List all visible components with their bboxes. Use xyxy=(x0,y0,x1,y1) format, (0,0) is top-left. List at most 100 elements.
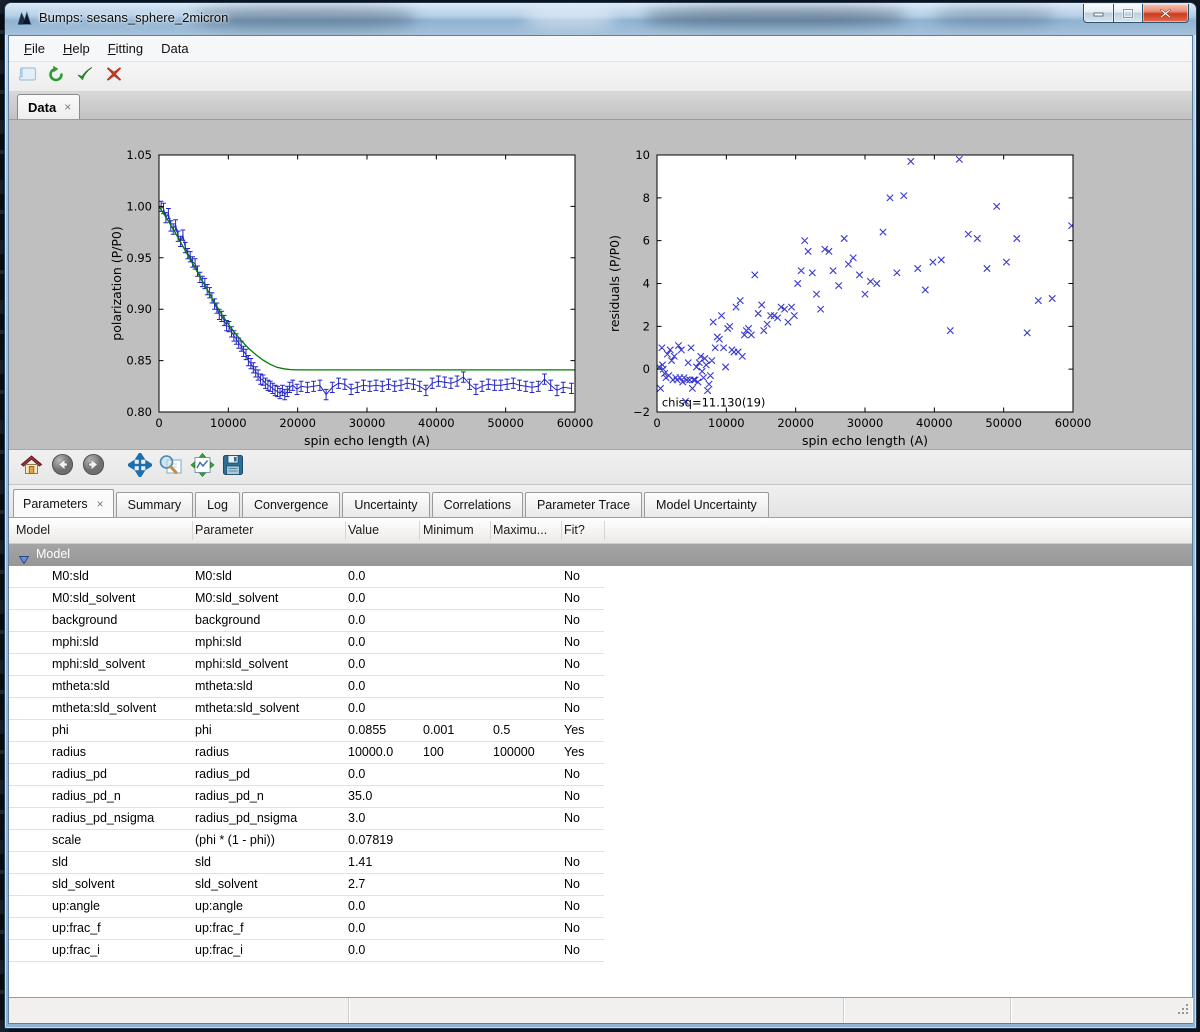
log-console-button[interactable] xyxy=(17,67,37,87)
cell-value: 0.0 xyxy=(348,635,365,649)
cell-model: radius_pd_n xyxy=(52,789,121,803)
configure-subplots-button[interactable] xyxy=(188,453,216,481)
tab-log[interactable]: Log xyxy=(195,492,240,517)
cell-model: scale xyxy=(52,833,81,847)
tab-label: Summary xyxy=(128,498,181,512)
cell-model: mphi:sld_solvent xyxy=(52,657,145,671)
cell-model: M0:sld xyxy=(52,569,89,583)
cell-fit: No xyxy=(564,569,580,583)
back-button[interactable] xyxy=(48,453,76,481)
table-row[interactable]: radius_pdradius_pd0.0No xyxy=(9,764,1192,786)
cell-parameter: radius xyxy=(195,745,229,759)
svg-text:−2: −2 xyxy=(633,405,650,419)
tab-correlations[interactable]: Correlations xyxy=(432,492,523,517)
home-button[interactable] xyxy=(17,453,45,481)
refresh-button[interactable] xyxy=(46,67,66,87)
column-header-minimum[interactable]: Minimum xyxy=(423,523,474,537)
resize-grip-icon[interactable] xyxy=(1177,1003,1190,1021)
cell-model: up:frac_f xyxy=(52,921,101,935)
cell-value: 0.0 xyxy=(348,899,365,913)
table-row[interactable]: M0:sldM0:sld0.0No xyxy=(9,566,1192,588)
menu-data[interactable]: Data xyxy=(152,38,197,59)
y-axis-label: polarization (P/P0) xyxy=(109,226,124,340)
table-row[interactable]: radiusradius10000.0100100000Yes xyxy=(9,742,1192,764)
column-header-value[interactable]: Value xyxy=(348,523,379,537)
forward-button[interactable] xyxy=(79,453,107,481)
tab-parameter-trace[interactable]: Parameter Trace xyxy=(525,492,642,517)
axes-residuals: 0100002000030000400005000060000−20246810… xyxy=(607,148,1091,448)
cell-parameter: mphi:sld xyxy=(195,635,242,649)
table-row[interactable]: mphi:sldmphi:sld0.0No xyxy=(9,632,1192,654)
cell-value: 0.0 xyxy=(348,701,365,715)
table-row[interactable]: up:frac_iup:frac_i0.0No xyxy=(9,940,1192,962)
table-row[interactable]: backgroundbackground0.0No xyxy=(9,610,1192,632)
cell-parameter: sld xyxy=(195,855,211,869)
minimize-button[interactable] xyxy=(1083,4,1114,23)
menu-label-accel: F xyxy=(24,41,32,56)
accept-check-icon xyxy=(76,66,94,87)
menu-fitting[interactable]: Fitting xyxy=(99,38,152,59)
table-row[interactable]: up:frac_fup:frac_f0.0No xyxy=(9,918,1192,940)
table-row[interactable]: radius_pd_nradius_pd_n35.0No xyxy=(9,786,1192,808)
tab-uncertainty[interactable]: Uncertainty xyxy=(342,492,429,517)
svg-text:30000: 30000 xyxy=(847,416,884,430)
table-row[interactable]: M0:sld_solventM0:sld_solvent0.0No xyxy=(9,588,1192,610)
plot-canvas[interactable]: 01000020000300004000050000600000.800.850… xyxy=(9,120,1192,449)
pan-button[interactable] xyxy=(126,453,154,481)
svg-text:20000: 20000 xyxy=(279,416,316,430)
svg-text:50000: 50000 xyxy=(985,416,1022,430)
tab-data[interactable]: Data× xyxy=(17,94,80,119)
model-group-row[interactable]: Model xyxy=(9,544,1192,566)
title-bar[interactable]: Bumps: sesans_sphere_2micron xyxy=(5,3,1196,35)
column-header-parameter[interactable]: Parameter xyxy=(195,523,253,537)
cell-parameter: M0:sld_solvent xyxy=(195,591,278,605)
svg-text:4: 4 xyxy=(643,277,650,291)
close-button[interactable] xyxy=(1143,4,1189,23)
table-row[interactable]: phiphi0.08550.0010.5Yes xyxy=(9,720,1192,742)
cancel-x-button[interactable] xyxy=(104,67,124,87)
table-row[interactable]: radius_pd_nsigmaradius_pd_nsigma3.0No xyxy=(9,808,1192,830)
table-row[interactable]: up:angleup:angle0.0No xyxy=(9,896,1192,918)
table-row[interactable]: mtheta:sldmtheta:sld0.0No xyxy=(9,676,1192,698)
titlebar-glass xyxy=(525,9,615,27)
cell-fit: No xyxy=(564,767,580,781)
table-row[interactable]: mphi:sld_solventmphi:sld_solvent0.0No xyxy=(9,654,1192,676)
tab-model-uncertainty[interactable]: Model Uncertainty xyxy=(644,492,769,517)
table-row[interactable]: sldsld1.41No xyxy=(9,852,1192,874)
table-row[interactable]: sld_solventsld_solvent2.7No xyxy=(9,874,1192,896)
cell-value: 35.0 xyxy=(348,789,372,803)
tab-close-icon[interactable]: × xyxy=(97,498,104,510)
column-header-maximu[interactable]: Maximu... xyxy=(493,523,547,537)
svg-text:10000: 10000 xyxy=(708,416,745,430)
tab-summary[interactable]: Summary xyxy=(116,492,193,517)
cell-fit: No xyxy=(564,591,580,605)
table-row[interactable]: scale(phi * (1 - phi))0.07819 xyxy=(9,830,1192,852)
menu-file[interactable]: File xyxy=(15,38,54,59)
cell-fit: No xyxy=(564,811,580,825)
menu-label-accel: H xyxy=(63,41,72,56)
svg-text:10000: 10000 xyxy=(210,416,247,430)
column-separator xyxy=(419,521,420,540)
svg-text:0.85: 0.85 xyxy=(126,354,152,368)
tab-convergence[interactable]: Convergence xyxy=(242,492,340,517)
table-row[interactable]: mtheta:sld_solventmtheta:sld_solvent0.0N… xyxy=(9,698,1192,720)
zoom-to-rect-button[interactable] xyxy=(157,453,185,481)
status-bar xyxy=(9,997,1192,1023)
save-button[interactable] xyxy=(219,453,247,481)
cell-fit: No xyxy=(564,701,580,715)
menu-help[interactable]: Help xyxy=(54,38,99,59)
accept-check-button[interactable] xyxy=(75,67,95,87)
cell-fit: No xyxy=(564,943,580,957)
column-header-model[interactable]: Model xyxy=(16,523,50,537)
tab-close-icon[interactable]: × xyxy=(64,101,71,113)
cell-model: radius_pd_nsigma xyxy=(52,811,154,825)
cell-parameter: up:frac_i xyxy=(195,943,243,957)
cell-parameter: radius_pd_nsigma xyxy=(195,811,297,825)
cell-model: sld_solvent xyxy=(52,877,115,891)
tab-parameters[interactable]: Parameters× xyxy=(13,489,114,517)
svg-text:0.90: 0.90 xyxy=(126,302,152,316)
plot-nav-toolbar xyxy=(9,449,1192,485)
maximize-button[interactable] xyxy=(1114,4,1143,23)
column-header-fit[interactable]: Fit? xyxy=(564,523,585,537)
document-tab-bar: Data× xyxy=(9,92,1192,120)
